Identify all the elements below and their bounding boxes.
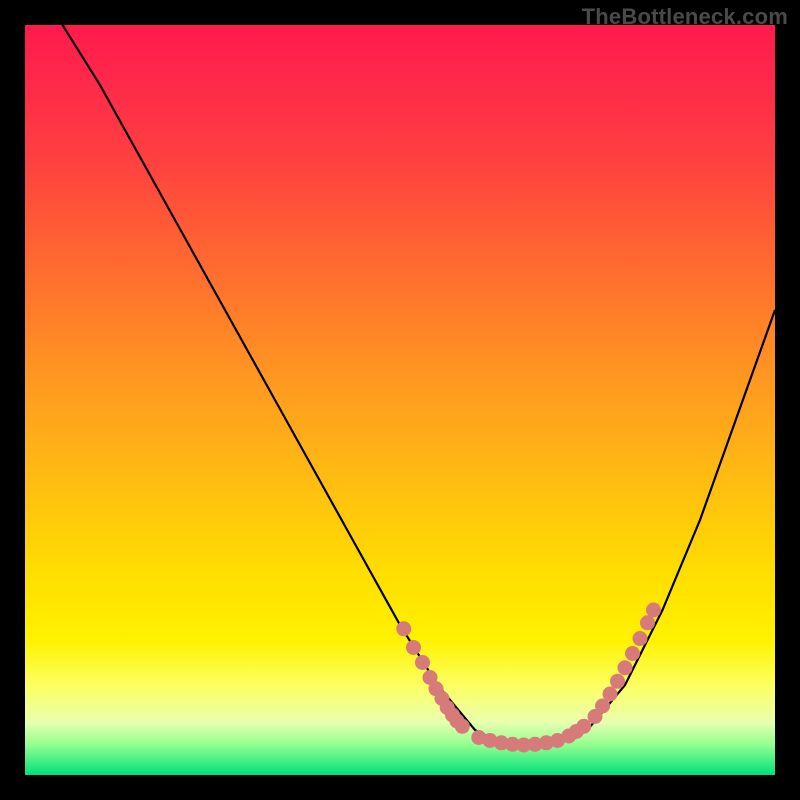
- scatter-point: [640, 615, 655, 630]
- scatter-point: [618, 660, 633, 675]
- scatter-point: [406, 640, 421, 655]
- scatter-point: [610, 674, 625, 689]
- scatter-point: [625, 646, 640, 661]
- scatter-points: [396, 603, 661, 753]
- curve-path: [63, 25, 776, 745]
- scatter-point: [396, 621, 411, 636]
- scatter-point: [633, 631, 648, 646]
- scatter-point: [415, 655, 430, 670]
- bottleneck-curve: [63, 25, 776, 745]
- chart-frame: TheBottleneck.com: [0, 0, 800, 800]
- scatter-point: [603, 687, 618, 702]
- watermark-text: TheBottleneck.com: [582, 4, 788, 30]
- chart-plot-area: [25, 25, 775, 775]
- chart-svg: [25, 25, 775, 775]
- scatter-point: [646, 603, 661, 618]
- scatter-point: [455, 719, 470, 734]
